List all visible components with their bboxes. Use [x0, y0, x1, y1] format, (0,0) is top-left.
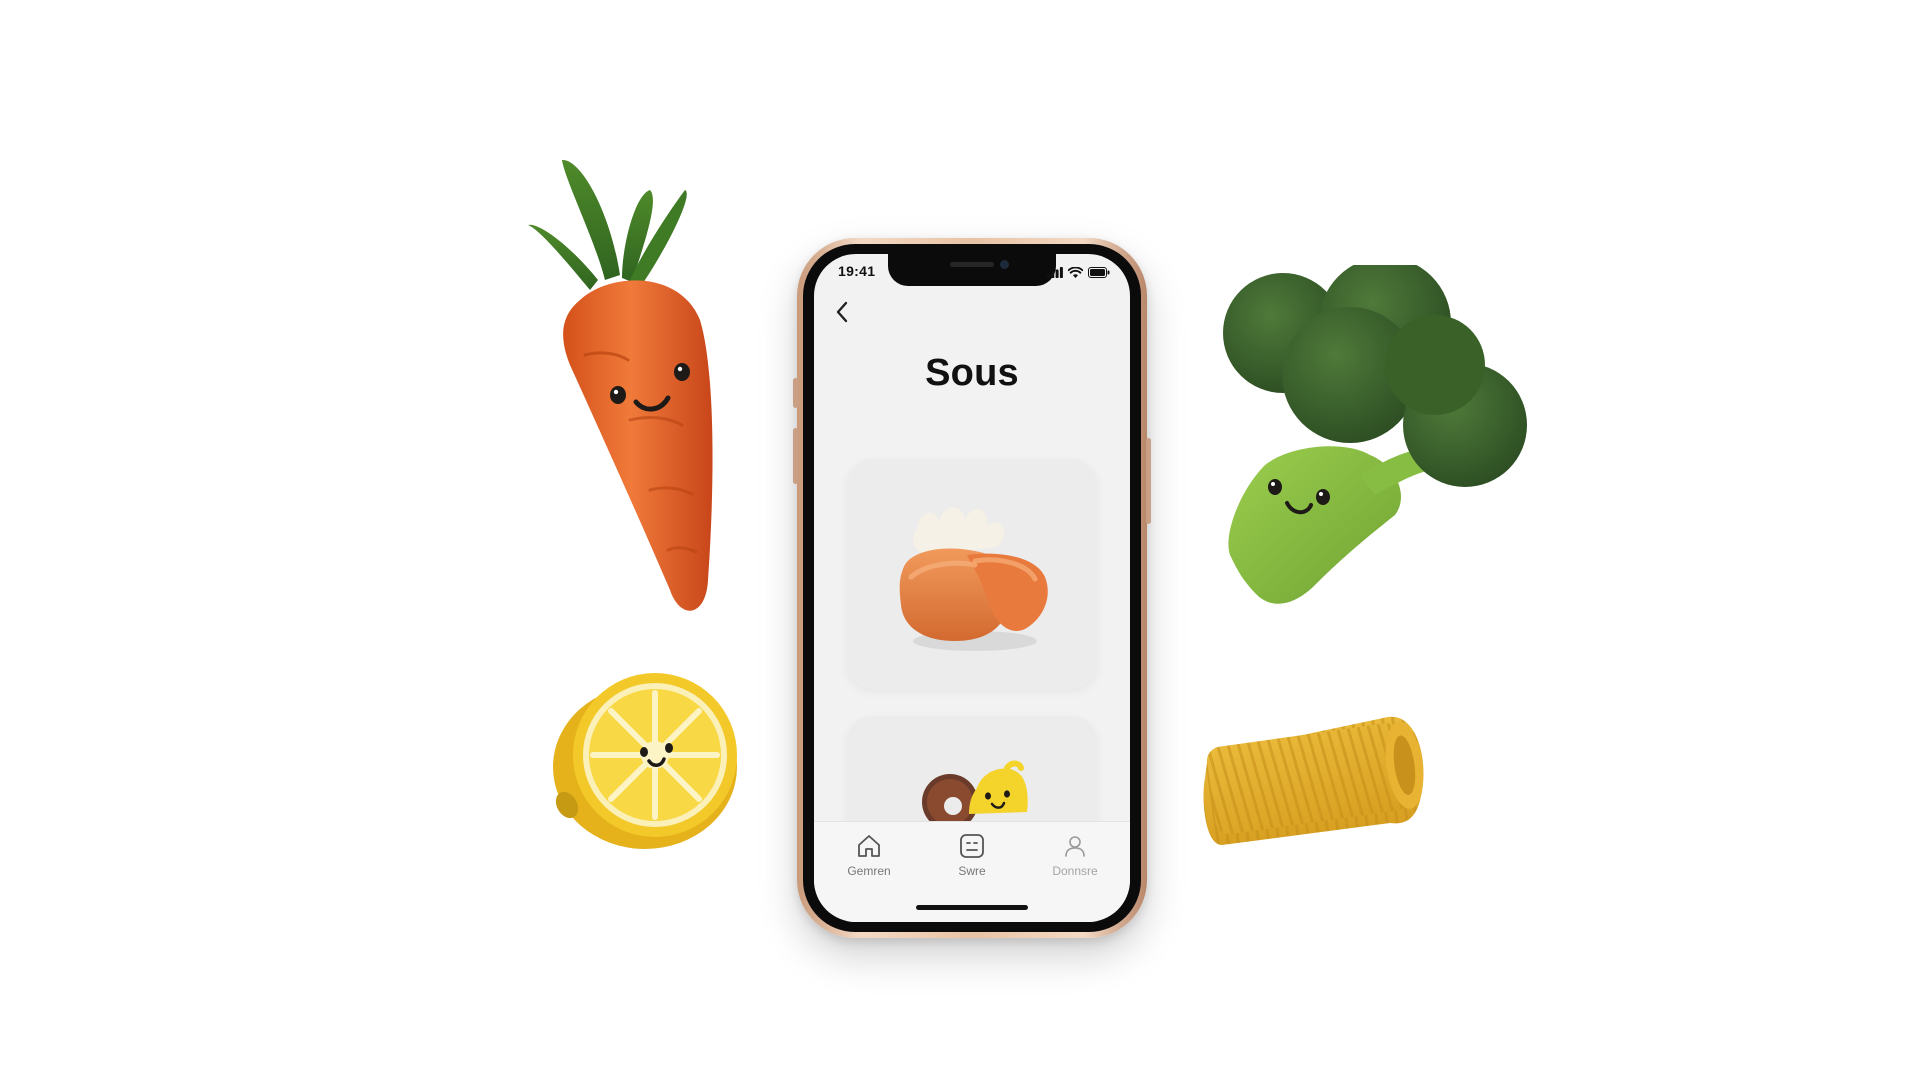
page-title: Sous	[925, 352, 1019, 394]
front-camera	[1000, 260, 1009, 269]
tab-profile[interactable]: Donnsre	[1030, 832, 1120, 878]
tab-label: Donnsre	[1052, 864, 1098, 878]
tab-swre[interactable]: Swre	[927, 832, 1017, 878]
tab-home[interactable]: Gemren	[824, 832, 914, 878]
battery-icon	[1088, 265, 1110, 283]
home-icon	[858, 835, 880, 857]
mute-switch	[793, 378, 798, 408]
back-button[interactable]	[828, 298, 856, 326]
phone-device: 19:41 Sous Gemren Swre Donnsre	[793, 238, 1151, 938]
home-indicator[interactable]	[916, 905, 1028, 910]
carrot-character	[510, 150, 750, 630]
tab-bar: Gemren Swre Donnsre	[814, 821, 1130, 922]
phone-screen: 19:41 Sous Gemren Swre Donnsre	[814, 254, 1130, 922]
scene: 19:41 Sous Gemren Swre Donnsre	[0, 0, 1920, 1080]
broccoli-character	[1195, 265, 1535, 635]
tab-label: Swre	[958, 864, 986, 878]
wifi-icon	[1067, 265, 1084, 283]
recipe-card[interactable]	[847, 459, 1097, 689]
user-icon	[1065, 836, 1085, 857]
earpiece-speaker	[950, 262, 994, 267]
chevron-left-icon	[836, 301, 848, 323]
status-icons	[1047, 265, 1110, 283]
tab-label: Gemren	[847, 864, 891, 878]
face-box-icon	[960, 834, 984, 858]
notch	[888, 254, 1056, 286]
bread-toast-illustration	[899, 507, 1048, 651]
power-button	[1146, 438, 1151, 524]
status-time: 19:41	[838, 263, 876, 279]
volume-up-button	[793, 428, 798, 484]
lemon-half-character	[545, 655, 745, 855]
signal-icon	[1047, 265, 1063, 283]
rigatoni-pasta	[1200, 695, 1435, 855]
